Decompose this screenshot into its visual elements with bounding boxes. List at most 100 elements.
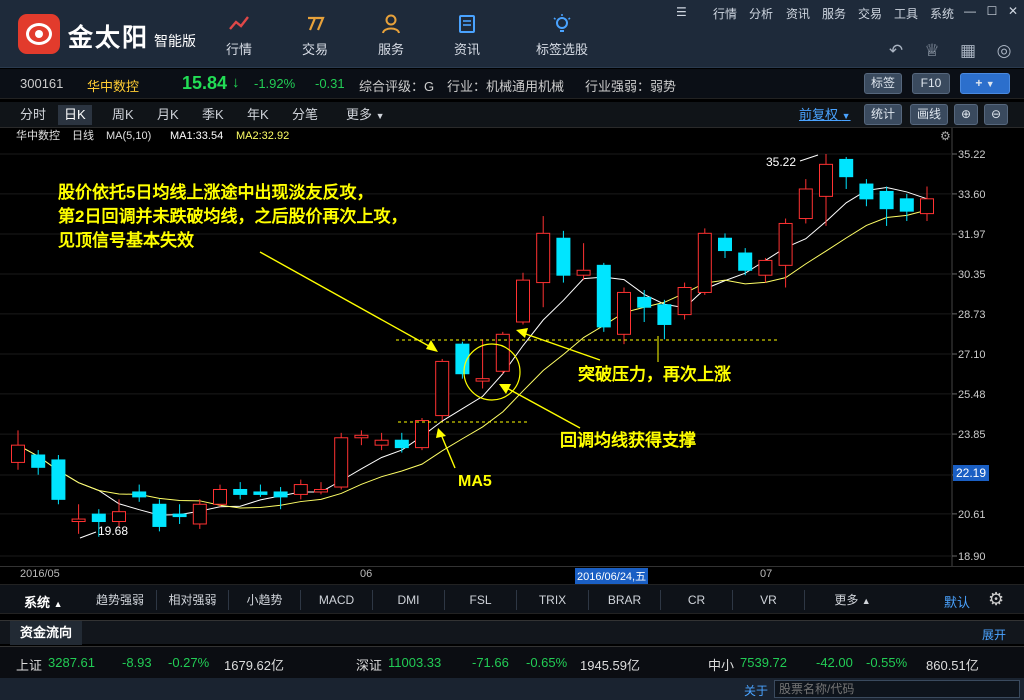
stock-search-input[interactable] (774, 680, 1020, 698)
gear-icon[interactable]: ⚙ (988, 589, 1004, 610)
period-tabs: 分时 日K 周K 月K 季K 年K 分笔 更多 ▼ 前复权 ▼ 统计 画线 ⊕ … (0, 102, 1024, 128)
sz-name: 深证 (356, 658, 383, 673)
tab-daily[interactable]: 日K (58, 105, 92, 125)
ind-macd[interactable]: MACD (300, 590, 372, 610)
tab-quarterly[interactable]: 季K (196, 105, 230, 125)
add-button[interactable]: + ▼ (960, 73, 1010, 94)
nav-label: 行情 (225, 42, 252, 57)
grid-icon[interactable]: ▦ (956, 40, 980, 62)
menu-trade[interactable]: 交易 (858, 5, 882, 22)
candle-body (172, 513, 187, 518)
chevron-up-icon: ▲ (861, 596, 871, 606)
menu-quotes[interactable]: 行情 (713, 5, 737, 22)
zx-pct: -0.55% (866, 655, 908, 670)
brand-sub: 智能版 (154, 33, 196, 49)
zoom-in-icon[interactable]: ⊕ (954, 104, 978, 125)
minimize-icon[interactable]: — (962, 4, 978, 18)
ind-small-trend[interactable]: 小趋势 (228, 590, 300, 610)
chevron-down-icon: ▼ (841, 111, 851, 121)
nav-quotes[interactable]: 行情 (204, 10, 274, 64)
ind-cr[interactable]: CR (660, 590, 732, 610)
ind-more[interactable]: 更多 ▲ (804, 590, 900, 610)
menu-system[interactable]: 系统 (930, 5, 954, 22)
candle-body (132, 491, 147, 498)
nav-trade[interactable]: 交易 (280, 10, 350, 64)
close-icon[interactable]: ✕ (1005, 4, 1021, 18)
menu-service[interactable]: 服务 (822, 5, 846, 22)
fuquan-select[interactable]: 前复权 ▼ (793, 105, 857, 125)
y-tick-label: 25.48 (958, 389, 986, 401)
sun-icon[interactable]: ◎ (992, 40, 1016, 62)
candle-body (11, 444, 25, 463)
logo-icon (18, 14, 60, 54)
candle-body (152, 503, 167, 527)
legend-period: 日线 (72, 128, 94, 142)
about-link[interactable]: 关于 (744, 682, 768, 699)
ind-vr[interactable]: VR (732, 590, 804, 610)
change-value: -0.31 (315, 76, 345, 91)
sh-change: -8.93 (122, 655, 152, 670)
ind-relative-strength[interactable]: 相对强弱 (156, 590, 228, 610)
maximize-icon[interactable]: ☐ (984, 4, 1000, 18)
ind-brar[interactable]: BRAR (588, 590, 660, 610)
candle-body (91, 513, 106, 523)
date-cursor-label: 2016/06/24,五 (575, 568, 649, 584)
zoom-out-icon[interactable]: ⊖ (984, 104, 1008, 125)
annotation-main-3: 见顶信号基本失效 (58, 230, 194, 250)
nav-tag-picker[interactable]: 标签选股 (524, 10, 600, 64)
fuquan-label: 前复权 (799, 107, 839, 122)
ind-dmi[interactable]: DMI (372, 590, 444, 610)
nav-service[interactable]: 服务 (356, 10, 426, 64)
ind-trix[interactable]: TRIX (516, 590, 588, 610)
candle-body (556, 237, 571, 276)
system-selector[interactable]: 系统 ▲ (24, 592, 63, 611)
candle-body (677, 287, 692, 316)
candle-body (617, 291, 631, 335)
tab-more[interactable]: 更多 ▼ (340, 105, 391, 125)
f10-button[interactable]: F10 (912, 73, 950, 94)
settings-gear-icon[interactable]: ⚙ (940, 129, 951, 143)
chart-line-icon (204, 14, 274, 34)
candle-body (374, 439, 389, 446)
menu-tools[interactable]: 工具 (894, 5, 918, 22)
candle-body (233, 488, 248, 495)
tab-ticks[interactable]: 分笔 (286, 105, 324, 125)
capital-flow-bar: 资金流向 展开 (0, 620, 1024, 645)
candle-body (899, 198, 914, 212)
candle-body (475, 378, 490, 382)
date-label-3: 07 (760, 568, 773, 580)
user-icon (356, 14, 426, 34)
candle-body (31, 454, 46, 468)
draw-button[interactable]: 画线 (910, 104, 948, 125)
date-label-1: 2016/05 (20, 568, 60, 580)
ind-fsl[interactable]: FSL (444, 590, 516, 610)
expand-button[interactable]: 展开 (982, 626, 1006, 643)
back-icon[interactable]: ↶ (884, 40, 908, 62)
candle-body (819, 163, 833, 197)
candle-body (778, 222, 793, 266)
trade-icon (280, 14, 350, 34)
industry: 行业：机械通用机械 (447, 79, 565, 94)
legend-ma: MA(5,10) (106, 130, 151, 142)
nav-news[interactable]: 资讯 (432, 10, 502, 64)
tab-monthly[interactable]: 月K (151, 105, 185, 125)
tab-weekly[interactable]: 周K (106, 105, 140, 125)
default-button[interactable]: 默认 (944, 592, 970, 611)
zx-amount: 860.51亿 (926, 658, 979, 673)
candle-body (253, 491, 268, 495)
menu-analysis[interactable]: 分析 (749, 5, 773, 22)
stats-button[interactable]: 统计 (864, 104, 902, 125)
tab-intraday[interactable]: 分时 (14, 105, 52, 125)
kline-chart[interactable]: 华中数控 日线 MA(5,10) MA1:33.54 MA2:32.92 ⚙ 3… (0, 128, 1024, 568)
ind-trend-strength[interactable]: 趋势强弱 (84, 590, 156, 610)
tag-button[interactable]: 标签 (864, 73, 902, 94)
tab-yearly[interactable]: 年K (241, 105, 275, 125)
top-bar: 金太阳 智能版 行情 交易 服务 资讯 标签选股 ☰ 行情 分析 资讯 服务 交… (0, 0, 1024, 68)
kline-svg: 华中数控 日线 MA(5,10) MA1:33.54 MA2:32.92 ⚙ 3… (0, 128, 1024, 568)
menu-news[interactable]: 资讯 (786, 5, 810, 22)
menu-list-icon[interactable]: ☰ (676, 5, 687, 19)
capital-flow-tab[interactable]: 资金流向 (10, 621, 83, 645)
plus-icon: + (975, 76, 983, 90)
tab-more-label: 更多 (346, 107, 373, 122)
trophy-icon[interactable]: ♕ (920, 40, 944, 62)
